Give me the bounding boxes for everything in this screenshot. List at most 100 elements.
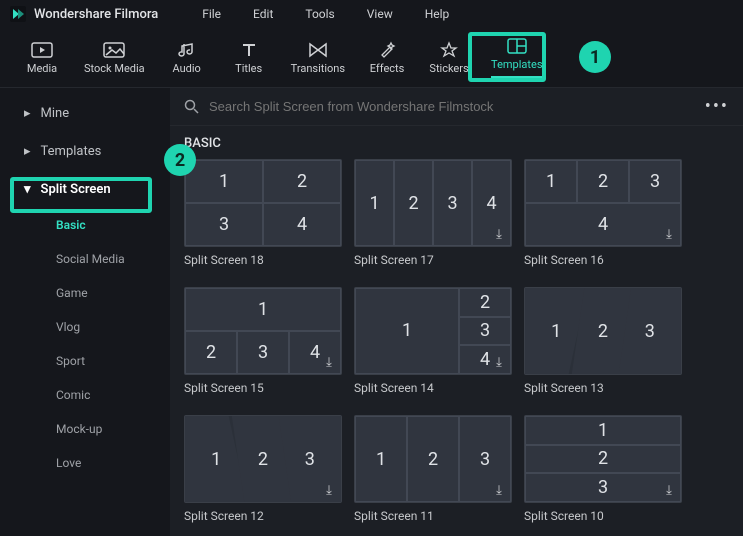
template-grid: 1 2 3 4 Split Screen 18 1 2 3 4 ⤓ Split …: [170, 159, 743, 523]
sidebar-sub-mock-up[interactable]: Mock-up: [0, 412, 170, 446]
menu-edit[interactable]: Edit: [241, 7, 285, 21]
layout-cell: 2: [407, 416, 459, 502]
tool-effects[interactable]: Effects: [363, 37, 411, 79]
download-icon[interactable]: ⤓: [321, 354, 337, 370]
template-label: Split Screen 18: [184, 253, 342, 267]
tool-templates[interactable]: Templates: [487, 33, 546, 82]
template-card[interactable]: 1 2 3 4 ⤓ Split Screen 16: [524, 159, 682, 267]
layout-cell: 1: [525, 416, 681, 445]
template-thumb: 1 2 3 ⤓: [354, 415, 512, 503]
template-card[interactable]: 1 2 3 4 ⤓ Split Screen 17: [354, 159, 512, 267]
tool-label: Audio: [172, 62, 200, 75]
download-icon[interactable]: ⤓: [661, 482, 677, 498]
tool-label: Templates: [491, 58, 542, 71]
sidebar-item-mine[interactable]: ▸ Mine: [0, 94, 170, 132]
stickers-icon: [438, 41, 460, 59]
sidebar-sub-game[interactable]: Game: [0, 276, 170, 310]
sidebar-sub-vlog[interactable]: Vlog: [0, 310, 170, 344]
section-heading: BASIC: [170, 126, 743, 159]
layout-cell: 4: [263, 203, 341, 246]
layout-cell: 2: [394, 160, 433, 246]
download-icon[interactable]: ⤓: [661, 226, 677, 242]
layout-cell: 2: [459, 288, 511, 317]
layout-cell: 3: [525, 473, 681, 502]
template-label: Split Screen 15: [184, 381, 342, 395]
tool-stickers[interactable]: Stickers: [425, 37, 473, 79]
layout-cell: 2: [525, 445, 681, 474]
template-thumb: 1 2 3 4 ⤓: [354, 287, 512, 375]
menu-tools[interactable]: Tools: [293, 7, 346, 21]
sidebar-item-split-screen[interactable]: ▾ Split Screen: [0, 170, 170, 208]
tool-stock-media[interactable]: Stock Media: [80, 37, 149, 79]
layout-cell: 3: [185, 203, 263, 246]
titles-icon: [238, 41, 260, 59]
titlebar: Wondershare Filmora File Edit Tools View…: [0, 0, 743, 28]
template-label: Split Screen 12: [184, 509, 342, 523]
template-card[interactable]: 1 2 3 ⤓ Split Screen 12: [184, 415, 342, 523]
menu-file[interactable]: File: [190, 7, 233, 21]
tool-label: Effects: [370, 62, 405, 75]
download-icon[interactable]: ⤓: [491, 482, 507, 498]
more-options-icon[interactable]: •••: [705, 96, 729, 117]
layout-cell: 1: [525, 160, 577, 203]
menu-view[interactable]: View: [355, 7, 405, 21]
tool-transitions[interactable]: Transitions: [287, 37, 349, 79]
template-label: Split Screen 16: [524, 253, 682, 267]
layout-cell: 1: [355, 416, 407, 502]
sidebar-item-label: Split Screen: [41, 182, 111, 197]
layout-cell: 2: [577, 160, 629, 203]
sidebar-sub-sport[interactable]: Sport: [0, 344, 170, 378]
template-card[interactable]: 1 2 3 4 ⤓ Split Screen 14: [354, 287, 512, 395]
media-icon: [31, 41, 53, 59]
sidebar-sub-comic[interactable]: Comic: [0, 378, 170, 412]
template-card[interactable]: 1 2 3 4 Split Screen 18: [184, 159, 342, 267]
template-thumb: 1 2 3 4 ⤓: [354, 159, 512, 247]
sidebar-sub-love[interactable]: Love: [0, 446, 170, 480]
tool-label: Media: [27, 62, 57, 75]
sidebar-item-templates[interactable]: ▸ Templates: [0, 132, 170, 170]
sidebar-sub-social-media[interactable]: Social Media: [0, 242, 170, 276]
tool-titles[interactable]: Titles: [225, 37, 273, 79]
template-thumb: 1 2 3 4 ⤓: [184, 287, 342, 375]
download-icon[interactable]: ⤓: [491, 354, 507, 370]
download-icon[interactable]: ⤓: [491, 226, 507, 242]
transitions-icon: [307, 41, 329, 59]
template-thumb: 1 2 3 4 ⤓: [524, 159, 682, 247]
menu-help[interactable]: Help: [413, 7, 462, 21]
template-card[interactable]: 1 2 3 ⤓ Split Screen 10: [524, 415, 682, 523]
template-label: Split Screen 13: [524, 381, 682, 395]
app-title: Wondershare Filmora: [34, 7, 158, 22]
layout-cell: 2: [263, 160, 341, 203]
toolbar: Media Stock Media Audio Titles Transitio…: [0, 28, 743, 88]
stock-media-icon: [103, 41, 125, 59]
sidebar-item-label: Templates: [41, 144, 102, 159]
main: ▸ Mine ▸ Templates ▾ Split Screen Basic …: [0, 88, 743, 536]
sidebar-sub-basic[interactable]: Basic: [0, 208, 170, 242]
chevron-down-icon: ▾: [24, 182, 31, 197]
template-label: Split Screen 17: [354, 253, 512, 267]
template-thumb: 1 2 3 4: [184, 159, 342, 247]
tool-audio[interactable]: Audio: [163, 37, 211, 79]
template-card[interactable]: 1 2 3 ⤓ Split Screen 11: [354, 415, 512, 523]
template-card[interactable]: 1 2 3 4 ⤓ Split Screen 15: [184, 287, 342, 395]
active-underline: [491, 76, 542, 78]
template-label: Split Screen 11: [354, 509, 512, 523]
content: ••• BASIC 1 2 3 4 Split Screen 18 1 2 3: [170, 88, 743, 536]
layout-cell: 2: [185, 331, 237, 374]
sidebar-item-label: Mine: [41, 106, 70, 121]
template-label: Split Screen 10: [524, 509, 682, 523]
template-card[interactable]: 1 2 3 Split Screen 13: [524, 287, 682, 395]
chevron-right-icon: ▸: [24, 106, 31, 121]
tool-label: Titles: [235, 62, 262, 75]
tool-media[interactable]: Media: [18, 37, 66, 79]
templates-icon: [506, 37, 528, 55]
layout-cell: 3: [433, 160, 472, 246]
template-thumb: 1 2 3 ⤓: [184, 415, 342, 503]
layout-cell: 1: [185, 288, 341, 331]
layout-cell: 1: [355, 160, 394, 246]
layout-cell: 1: [185, 160, 263, 203]
download-icon[interactable]: ⤓: [321, 482, 337, 498]
layout-cell: 3: [629, 160, 681, 203]
tool-label: Stock Media: [84, 62, 145, 75]
search-input[interactable]: [209, 99, 695, 114]
